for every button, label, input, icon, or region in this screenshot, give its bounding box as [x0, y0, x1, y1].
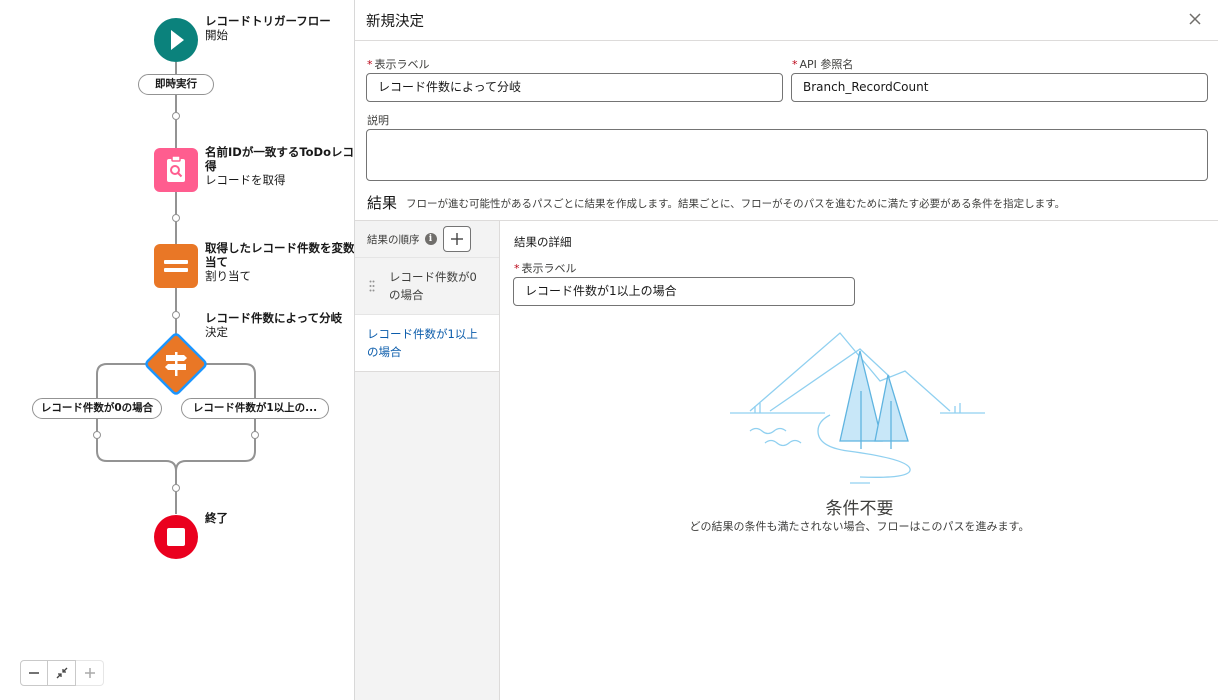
zoom-controls [20, 660, 104, 686]
decision-subtitle: 決定 [205, 325, 228, 339]
info-icon[interactable]: i [424, 233, 437, 245]
assignment-label: 取得したレコード件数を変数 当て 割り当て [205, 241, 355, 283]
outcome-item-zero-label: レコード件数が0の場合 [389, 270, 477, 302]
contract-icon [56, 667, 67, 679]
zoom-out-button[interactable] [20, 660, 48, 686]
empty-state-description: どの結果の条件も満たされない場合、フローはこのパスを進みます。 [689, 520, 1030, 533]
minus-icon [29, 672, 39, 674]
zoom-in-button[interactable] [76, 660, 104, 686]
label-input[interactable]: レコード件数によって分岐 [366, 73, 783, 102]
decision-label: レコード件数によって分岐 決定 [205, 311, 342, 339]
start-node-title: レコードトリガーフロー [205, 14, 331, 28]
fit-view-button[interactable] [48, 660, 76, 686]
plus-icon [450, 233, 463, 245]
api-name-input[interactable]: Branch_RecordCount [791, 73, 1208, 102]
outcome-details: 結果の詳細 * 表示ラベル レコード件数が1以上の場合 条件不要 どの結果の条件… [500, 221, 1218, 700]
run-immediately-pill[interactable]: 即時実行 [138, 74, 214, 95]
decision-node[interactable] [140, 328, 212, 400]
outcome-item-zero[interactable]: レコード件数が0の場合 [355, 258, 499, 315]
panel-header: 新規決定 [355, 0, 1218, 41]
outcomes-section-title: 結果 [367, 194, 398, 212]
flow-canvas[interactable]: レコードトリガーフロー 開始 即時実行 名前IDが一致するToDoレコー 得 レ… [0, 0, 356, 700]
outcomes-section-description: フローが進む可能性があるパスごとに結果を作成します。結果ごとに、フローがそのパス… [406, 198, 1066, 210]
panel-title: 新規決定 [366, 14, 424, 30]
get-records-title-1: 名前IDが一致するToDoレコー [205, 145, 356, 159]
start-node-icon[interactable] [153, 17, 199, 63]
assignment-title-2: 当て [205, 255, 228, 269]
outcome-details-title: 結果の詳細 [514, 235, 572, 249]
outcome-label-input[interactable]: レコード件数が1以上の場合 [513, 277, 855, 306]
add-outcome-button[interactable] [442, 226, 471, 252]
get-records-node[interactable] [154, 148, 198, 192]
label-field-label: * 表示ラベル [367, 58, 430, 71]
equals-icon [164, 260, 188, 272]
decision-editor-panel: 新規決定 * 表示ラベル レコード件数によって分岐 * API 参照名 Branch… [354, 0, 1218, 700]
clipboard-search-icon [167, 155, 185, 182]
end-node-icon[interactable] [153, 514, 199, 560]
outcomes-editor: 結果の順序 i レコード件数が0の場合 レコード件数が1以上の場合 結果の詳細 … [355, 220, 1218, 700]
outcome-order-list: 結果の順序 i レコード件数が0の場合 レコード件数が1以上の場合 [355, 221, 500, 700]
assignment-title-1: 取得したレコード件数を変数 [205, 241, 355, 255]
outcome-item-one-or-more[interactable]: レコード件数が1以上の場合 [355, 315, 499, 372]
assignment-node[interactable] [154, 244, 198, 288]
empty-state-title: 条件不要 [825, 499, 894, 519]
end-node-label: 終了 [205, 511, 228, 525]
description-textarea[interactable] [366, 129, 1208, 181]
plus-icon [84, 668, 95, 678]
outcome-order-label: 結果の順序 [367, 233, 420, 246]
branch-pill-one-or-more[interactable]: レコード件数が1以上の... [181, 398, 329, 419]
api-name-field-label: * API 参照名 [792, 58, 854, 71]
get-records-subtitle: レコードを取得 [205, 173, 286, 187]
decision-title: レコード件数によって分岐 [205, 311, 343, 325]
branch-pill-zero[interactable]: レコード件数が0の場合 [32, 398, 162, 419]
start-node-label: レコードトリガーフロー 開始 [205, 14, 331, 42]
outcome-order-header: 結果の順序 i [355, 221, 499, 258]
assignment-subtitle: 割り当て [205, 269, 251, 283]
outcome-label-field-label: * 表示ラベル [514, 262, 577, 275]
mountain-illustration [730, 332, 985, 484]
end-node-title: 終了 [205, 511, 228, 525]
close-icon[interactable] [1186, 10, 1204, 28]
get-records-title-2: 得 [205, 159, 217, 173]
drag-handle-icon[interactable] [369, 280, 375, 292]
get-records-label: 名前IDが一致するToDoレコー 得 レコードを取得 [205, 145, 356, 187]
start-node-subtitle: 開始 [205, 28, 228, 42]
description-field-label: 説明 [367, 114, 389, 127]
outcome-item-one-or-more-label: レコード件数が1以上の場合 [367, 327, 478, 359]
